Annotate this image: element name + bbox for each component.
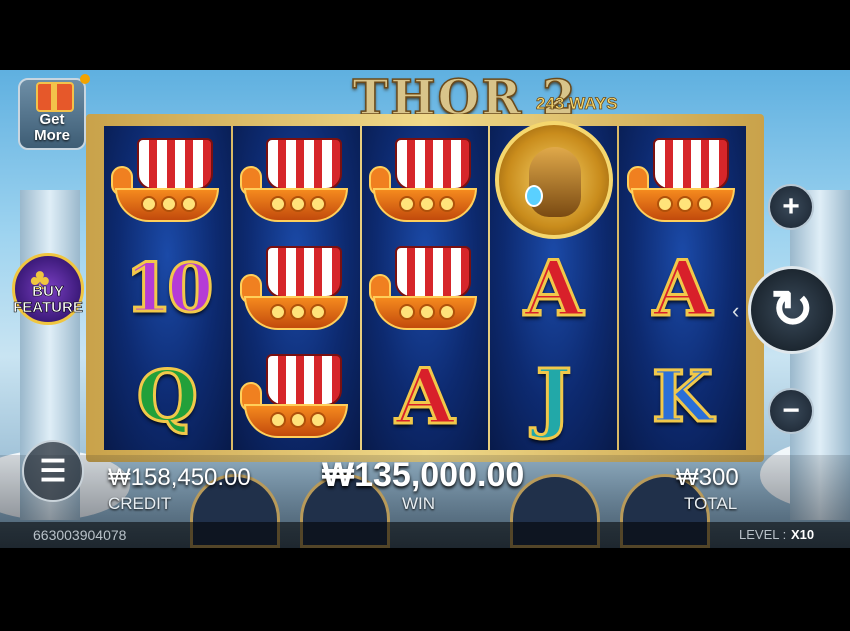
thor-portrait-icon bbox=[494, 121, 613, 239]
credit-label: CREDIT bbox=[108, 494, 172, 513]
viking-ship-icon bbox=[368, 132, 481, 228]
status-bar: 663003904078 LEVEL : X10 bbox=[0, 522, 850, 548]
reel-symbol: A bbox=[490, 234, 617, 342]
reel-symbol bbox=[233, 234, 360, 342]
symbol-letter: A bbox=[394, 350, 456, 442]
symbol-letter: A bbox=[652, 242, 714, 334]
reel-column: A bbox=[361, 126, 489, 450]
buy-feature-label: FEATURE bbox=[13, 299, 83, 317]
hamburger-icon: ☰ bbox=[39, 454, 67, 488]
viking-ship-icon bbox=[111, 132, 223, 228]
get-more-button[interactable]: Get More bbox=[18, 78, 86, 150]
reel-symbol: A bbox=[362, 342, 489, 450]
viking-ship-icon bbox=[626, 132, 739, 228]
level-label: LEVEL : bbox=[739, 527, 787, 542]
buy-feature-label: BUY bbox=[32, 283, 64, 301]
spin-button[interactable]: ↻ bbox=[748, 266, 836, 354]
viking-ship-icon bbox=[240, 132, 352, 228]
reel-symbol bbox=[619, 126, 746, 234]
get-more-label: More bbox=[34, 127, 70, 144]
viking-ship-icon bbox=[368, 240, 481, 336]
reel-symbol: K bbox=[619, 342, 746, 450]
symbol-letter: Q bbox=[135, 353, 199, 439]
win-label: WIN bbox=[402, 494, 436, 513]
menu-button[interactable]: ☰ bbox=[22, 440, 84, 502]
reel-symbol bbox=[362, 234, 489, 342]
ways-label: 243 WAYS bbox=[536, 94, 618, 114]
symbol-letter: K bbox=[651, 353, 715, 439]
total-bet-label: TOTAL bbox=[684, 494, 738, 513]
reel-symbol: A bbox=[619, 234, 746, 342]
reel-symbol: J bbox=[490, 342, 617, 450]
reel-symbol: Q bbox=[104, 342, 231, 450]
symbol-letter: A bbox=[523, 242, 585, 334]
plus-icon: + bbox=[782, 190, 800, 223]
decrease-bet-button[interactable]: − bbox=[768, 388, 814, 434]
reel-symbol bbox=[490, 121, 617, 239]
reel-column bbox=[232, 126, 360, 450]
win-value: ₩135,000.00 bbox=[322, 456, 525, 494]
reel-symbol bbox=[233, 342, 360, 450]
increase-bet-button[interactable]: + bbox=[768, 184, 814, 230]
gift-icon bbox=[36, 82, 74, 112]
credit-value: ₩158,450.00 bbox=[108, 464, 251, 491]
reel-column: AK bbox=[619, 126, 746, 450]
game-stage: THOR 2 243 WAYS Get More ♣ BUY FEATURE 1… bbox=[0, 70, 850, 548]
refresh-icon: ↻ bbox=[770, 281, 814, 339]
total-bet-value: ₩300 bbox=[676, 464, 739, 491]
viking-ship-icon bbox=[240, 240, 352, 336]
symbol-letter: 10 bbox=[124, 248, 215, 329]
get-more-label: Get bbox=[39, 111, 65, 128]
level-value: X10 bbox=[791, 527, 815, 542]
reel-symbol: 10 bbox=[104, 234, 231, 342]
symbol-letter: J bbox=[534, 350, 573, 442]
notification-dot bbox=[80, 74, 90, 84]
reel-symbol bbox=[104, 126, 231, 234]
minus-icon: − bbox=[782, 394, 800, 427]
chevron-left-icon: ‹ bbox=[732, 298, 740, 323]
reel-column: AJ bbox=[490, 121, 618, 450]
buy-feature-button[interactable]: ♣ BUY FEATURE bbox=[8, 253, 88, 333]
viking-ship-icon bbox=[240, 348, 352, 444]
reel-symbol bbox=[362, 126, 489, 234]
reel-grid: 10 Q A A J A K bbox=[104, 121, 746, 450]
reel-symbol bbox=[233, 126, 360, 234]
reel-column: 10 Q bbox=[104, 126, 231, 450]
game-id: 663003904078 bbox=[33, 527, 127, 543]
